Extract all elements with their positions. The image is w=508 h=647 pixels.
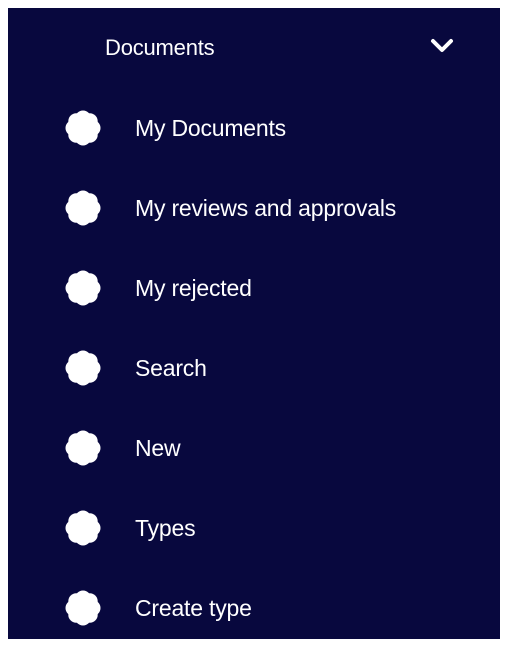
flower-bullet-icon <box>63 508 103 548</box>
menu-item-new[interactable]: New <box>8 416 500 480</box>
flower-bullet-icon <box>63 428 103 468</box>
menu-item-create-type[interactable]: Create type <box>8 576 500 640</box>
menu-item-label: My Documents <box>135 115 286 141</box>
menu-item-types[interactable]: Types <box>8 496 500 560</box>
flower-bullet-icon <box>63 348 103 388</box>
menu-item-my-reviews-and-approvals[interactable]: My reviews and approvals <box>8 176 500 240</box>
menu-item-label: Create type <box>135 595 252 621</box>
flower-bullet-icon <box>63 588 103 628</box>
menu-item-label: New <box>135 435 181 461</box>
section-title: Documents <box>105 35 215 60</box>
menu-item-label: Types <box>135 515 196 541</box>
menu-item-search[interactable]: Search <box>8 336 500 400</box>
flower-bullet-icon <box>63 268 103 308</box>
menu-item-label: Search <box>135 355 207 381</box>
documents-section-header[interactable]: Documents <box>8 8 500 88</box>
chevron-down-icon[interactable] <box>430 36 454 56</box>
menu-item-label: My rejected <box>135 275 252 301</box>
flower-bullet-icon <box>63 188 103 228</box>
menu-item-my-rejected[interactable]: My rejected <box>8 256 500 320</box>
menu-item-label: My reviews and approvals <box>135 195 397 221</box>
flower-bullet-icon <box>63 108 103 148</box>
menu-item-my-documents[interactable]: My Documents <box>8 96 500 160</box>
sidebar: Documents My Documents My reviews and ap… <box>8 8 500 639</box>
